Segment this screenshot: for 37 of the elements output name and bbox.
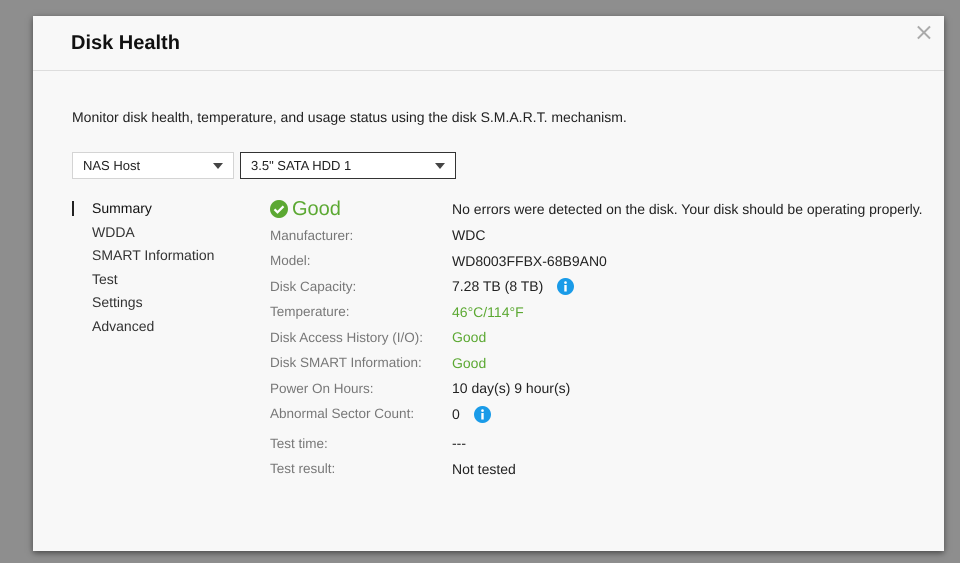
field-label: Abnormal Sector Count: — [270, 405, 416, 424]
field-label: Disk Capacity: — [270, 278, 358, 296]
field-value: WD8003FFBX-68B9AN0 — [452, 252, 607, 271]
field-label: Model: — [270, 252, 312, 270]
field-label: Manufacturer: — [270, 226, 354, 245]
dropdown[interactable]: NAS Host — [72, 152, 234, 179]
field-value: Good — [452, 354, 486, 373]
field-label: Temperature: — [270, 303, 351, 322]
field-label: Power On Hours: — [270, 380, 375, 398]
field-value: Good — [452, 328, 486, 348]
nav-item[interactable]: Summary — [92, 198, 152, 220]
field-value: 0 — [452, 404, 460, 424]
status-label: Good — [292, 197, 341, 222]
field-label: Test result: — [270, 460, 336, 478]
info-icon[interactable] — [557, 278, 574, 296]
field-label: Disk Access History (I/O): — [270, 328, 424, 347]
field-value: 46°C/114°F — [452, 302, 524, 322]
status-message: No errors were detected on the disk. Your disk should be operating properly. — [452, 200, 923, 219]
nav-item[interactable]: Advanced — [92, 316, 154, 337]
field-value: WDC — [452, 226, 486, 246]
field-value: --- — [452, 434, 466, 454]
info-icon[interactable] — [474, 406, 491, 423]
nav-item[interactable]: WDDA — [92, 222, 135, 243]
nav-item[interactable]: SMART Information — [92, 245, 214, 266]
field-label: Disk SMART Information: — [270, 354, 423, 372]
description-text: Monitor disk health, temperature, and usage status using the disk S.M.A.R.T. mechanism. — [72, 108, 628, 127]
nav-item[interactable]: Settings — [92, 292, 143, 314]
field-value: Not tested — [452, 460, 516, 479]
nav-item[interactable]: Test — [92, 268, 118, 290]
caret-icon — [435, 162, 445, 168]
dialog-title: Disk Health — [71, 31, 180, 56]
field-value: 7.28 TB (8 TB) — [452, 277, 544, 296]
caret-icon — [213, 162, 223, 168]
check-icon — [270, 200, 288, 218]
dropdown[interactable]: 3.5" SATA HDD 1 — [240, 152, 456, 179]
field-value: 10 day(s) 9 hour(s) — [452, 379, 570, 398]
field-label: Test time: — [270, 434, 329, 453]
